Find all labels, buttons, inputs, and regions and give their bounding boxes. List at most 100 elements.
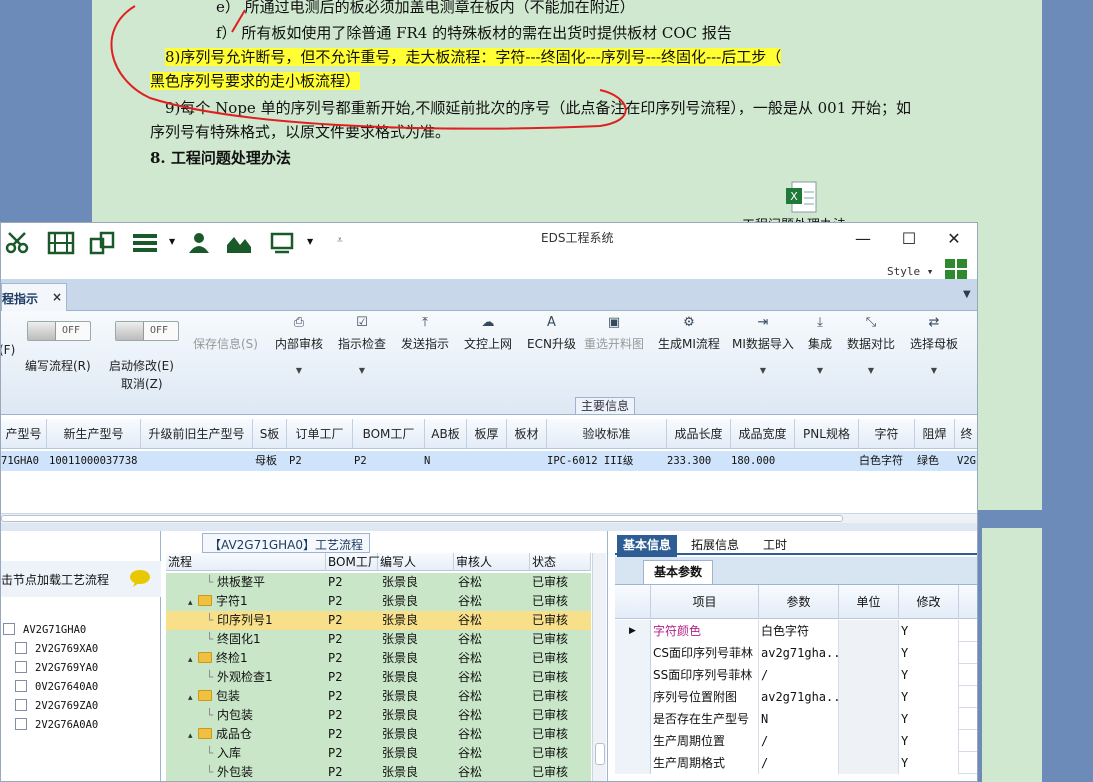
tree-child[interactable]: 2V2G769XA0 [15, 642, 98, 655]
user-icon[interactable] [185, 231, 213, 255]
param-row[interactable]: ▶ 字符颜色 白色字符 Y [615, 620, 977, 642]
column-header[interactable]: 产型号 [1, 419, 47, 449]
column-header[interactable]: S板 [253, 419, 287, 449]
copy-icon[interactable] [89, 231, 117, 255]
tree-child[interactable]: 0V2G7640A0 [15, 680, 98, 693]
tree-child[interactable]: 2V2G76A0A0 [15, 718, 98, 731]
chevron-down-icon[interactable]: ▼ [169, 237, 175, 246]
ribbon-f-label[interactable]: (F) [1, 343, 15, 357]
param-unit [839, 642, 899, 664]
tab-basic-params[interactable]: 基本参数 [643, 560, 714, 584]
tree-branch-icon: └ [206, 708, 218, 722]
process-reviewer: 谷松 [458, 689, 483, 703]
process-row[interactable]: ▴ 成品仓 P2 张景良 谷松 已审核 [166, 725, 591, 744]
column-header[interactable]: 板厚 [467, 419, 507, 449]
column-header[interactable]: AB板 [425, 419, 467, 449]
write-flow-toggle[interactable]: OFF [27, 321, 91, 341]
internal-review-button[interactable]: ⎙ 内部审核 ▼ [275, 315, 323, 375]
panel-splitter[interactable] [1, 523, 977, 531]
param-grid-header: 项目 参数 单位 修改 [615, 585, 977, 619]
data-compare-button[interactable]: ⤡ 数据对比 ▼ [847, 315, 895, 375]
process-factory: P2 [328, 689, 343, 703]
process-row[interactable]: └ 外观检查1 P2 张景良 谷松 已审核 [166, 668, 591, 687]
minimize-button[interactable]: — [853, 229, 873, 249]
close-icon[interactable]: × [52, 290, 62, 304]
film-icon[interactable] [47, 231, 75, 255]
write-flow-label[interactable]: 编写流程(R) [25, 357, 91, 374]
tab-extended-info[interactable]: 拓展信息 [685, 535, 745, 557]
param-row[interactable]: 生产周期位置 / Y [615, 730, 977, 752]
select-mother-board-button[interactable]: ⇄ 选择母板 ▼ [910, 315, 958, 375]
table-row[interactable]: 71GHA0 10011000037738 母板 P2 P2 N IPC-601… [1, 451, 977, 471]
param-row[interactable]: CS面印序列号菲林av2g71gha... Y [615, 642, 977, 664]
param-row[interactable]: 序列号位置附图av2g71gha... Y [615, 686, 977, 708]
reselect-cutting-chart-button[interactable]: ▣ 重选开料图 [584, 315, 644, 352]
process-row[interactable]: └ 内包装 P2 张景良 谷松 已审核 [166, 706, 591, 725]
chevron-down-icon[interactable]: ▼ [307, 237, 313, 246]
app-title: EDS工程系统 [541, 231, 614, 245]
column-header[interactable]: 板材 [507, 419, 547, 449]
param-row[interactable]: SS面印序列号菲林 / Y [615, 664, 977, 686]
tree-child[interactable]: 2V2G769ZA0 [15, 699, 98, 712]
column-header[interactable]: PNL规格 [795, 419, 859, 449]
send-instruction-button[interactable]: ⤒ 发送指示 [401, 315, 449, 352]
tab-instruction[interactable]: 程指示 × [1, 283, 67, 311]
process-row[interactable]: └ 外包装 P2 张景良 谷松 已审核 [166, 763, 591, 781]
excel-file-icon[interactable]: X [784, 180, 820, 216]
column-header[interactable]: 升级前旧生产型号 [141, 419, 253, 449]
tab-basic-info[interactable]: 基本信息 [617, 535, 678, 557]
process-row[interactable]: └ 入库 P2 张景良 谷松 已审核 [166, 744, 591, 763]
column-header[interactable]: 成品宽度 [731, 419, 795, 449]
tree-root[interactable]: AV2G71GHA0 [3, 623, 86, 636]
process-row[interactable]: └ 印序列号1 P2 张景良 谷松 已审核 [166, 611, 591, 630]
column-header[interactable]: 新生产型号 [47, 419, 141, 449]
column-header[interactable]: BOM工厂 [353, 419, 425, 449]
process-status: 已审核 [532, 689, 569, 703]
vertical-scrollbar[interactable] [592, 553, 606, 781]
generate-mi-flow-button[interactable]: ⚙ 生成MI流程 [658, 315, 720, 352]
quick-access-menu-icon[interactable]: ⩡ [337, 235, 343, 246]
column-header[interactable]: 字符 [859, 419, 915, 449]
param-item: 字符颜色 [651, 620, 759, 642]
mi-data-import-button[interactable]: ⇥ MI数据导入 ▼ [732, 315, 794, 375]
start-edit-toggle[interactable]: OFF [115, 321, 179, 341]
integrate-button[interactable]: ⤓ 集成 ▼ [808, 315, 832, 375]
process-writer: 张景良 [382, 765, 419, 779]
process-row[interactable]: ▴ 字符1 P2 张景良 谷松 已审核 [166, 592, 591, 611]
style-grid-icon[interactable] [945, 259, 967, 279]
column-header[interactable]: 成品长度 [667, 419, 731, 449]
column-header[interactable]: 阻焊 [915, 419, 955, 449]
scissors-icon[interactable] [5, 231, 33, 255]
start-edit-label[interactable]: 启动修改(E) [109, 357, 174, 374]
save-info-button[interactable]: 保存信息(S) [193, 315, 258, 352]
instruction-check-button[interactable]: ☑ 指示检查 ▼ [338, 315, 386, 375]
process-factory: P2 [328, 708, 343, 722]
param-row[interactable]: 生产周期格式 / Y [615, 752, 977, 774]
process-row[interactable]: └ 终固化1 P2 张景良 谷松 已审核 [166, 630, 591, 649]
style-label[interactable]: Style ▾ [887, 265, 933, 278]
close-button[interactable]: ✕ [944, 229, 964, 249]
column-header[interactable]: 验收标准 [547, 419, 667, 449]
process-status: 已审核 [532, 575, 569, 589]
chat-bubble-icon[interactable] [129, 569, 151, 587]
list-icon[interactable] [131, 231, 159, 255]
param-edit: Y [899, 708, 959, 730]
process-row[interactable]: ▴ 终检1 P2 张景良 谷松 已审核 [166, 649, 591, 668]
cancel-button[interactable]: 取消(Z) [121, 375, 163, 392]
column-header[interactable]: 订单工厂 [287, 419, 353, 449]
doc-control-online-button[interactable]: ☁ 文控上网 [464, 315, 512, 352]
ecn-upgrade-button[interactable]: A ECN升级 [527, 315, 576, 352]
monitor-icon[interactable] [269, 231, 297, 255]
chart-icon[interactable] [225, 231, 253, 255]
process-status: 已审核 [532, 708, 569, 722]
tab-dropdown-icon[interactable]: ▼ [963, 289, 971, 300]
process-row[interactable]: ▴ 包装 P2 张景良 谷松 已审核 [166, 687, 591, 706]
maximize-button[interactable]: ☐ [899, 229, 919, 249]
process-row[interactable]: └ 烘板整平 P2 张景良 谷松 已审核 [166, 573, 591, 592]
column-header[interactable]: 终 [955, 419, 977, 449]
row-indicator [615, 730, 651, 752]
horizontal-scrollbar[interactable] [1, 513, 977, 523]
tab-work-hours[interactable]: 工时 [757, 535, 793, 557]
param-row[interactable]: 是否存在生产型号 N Y [615, 708, 977, 730]
tree-child[interactable]: 2V2G769YA0 [15, 661, 98, 674]
